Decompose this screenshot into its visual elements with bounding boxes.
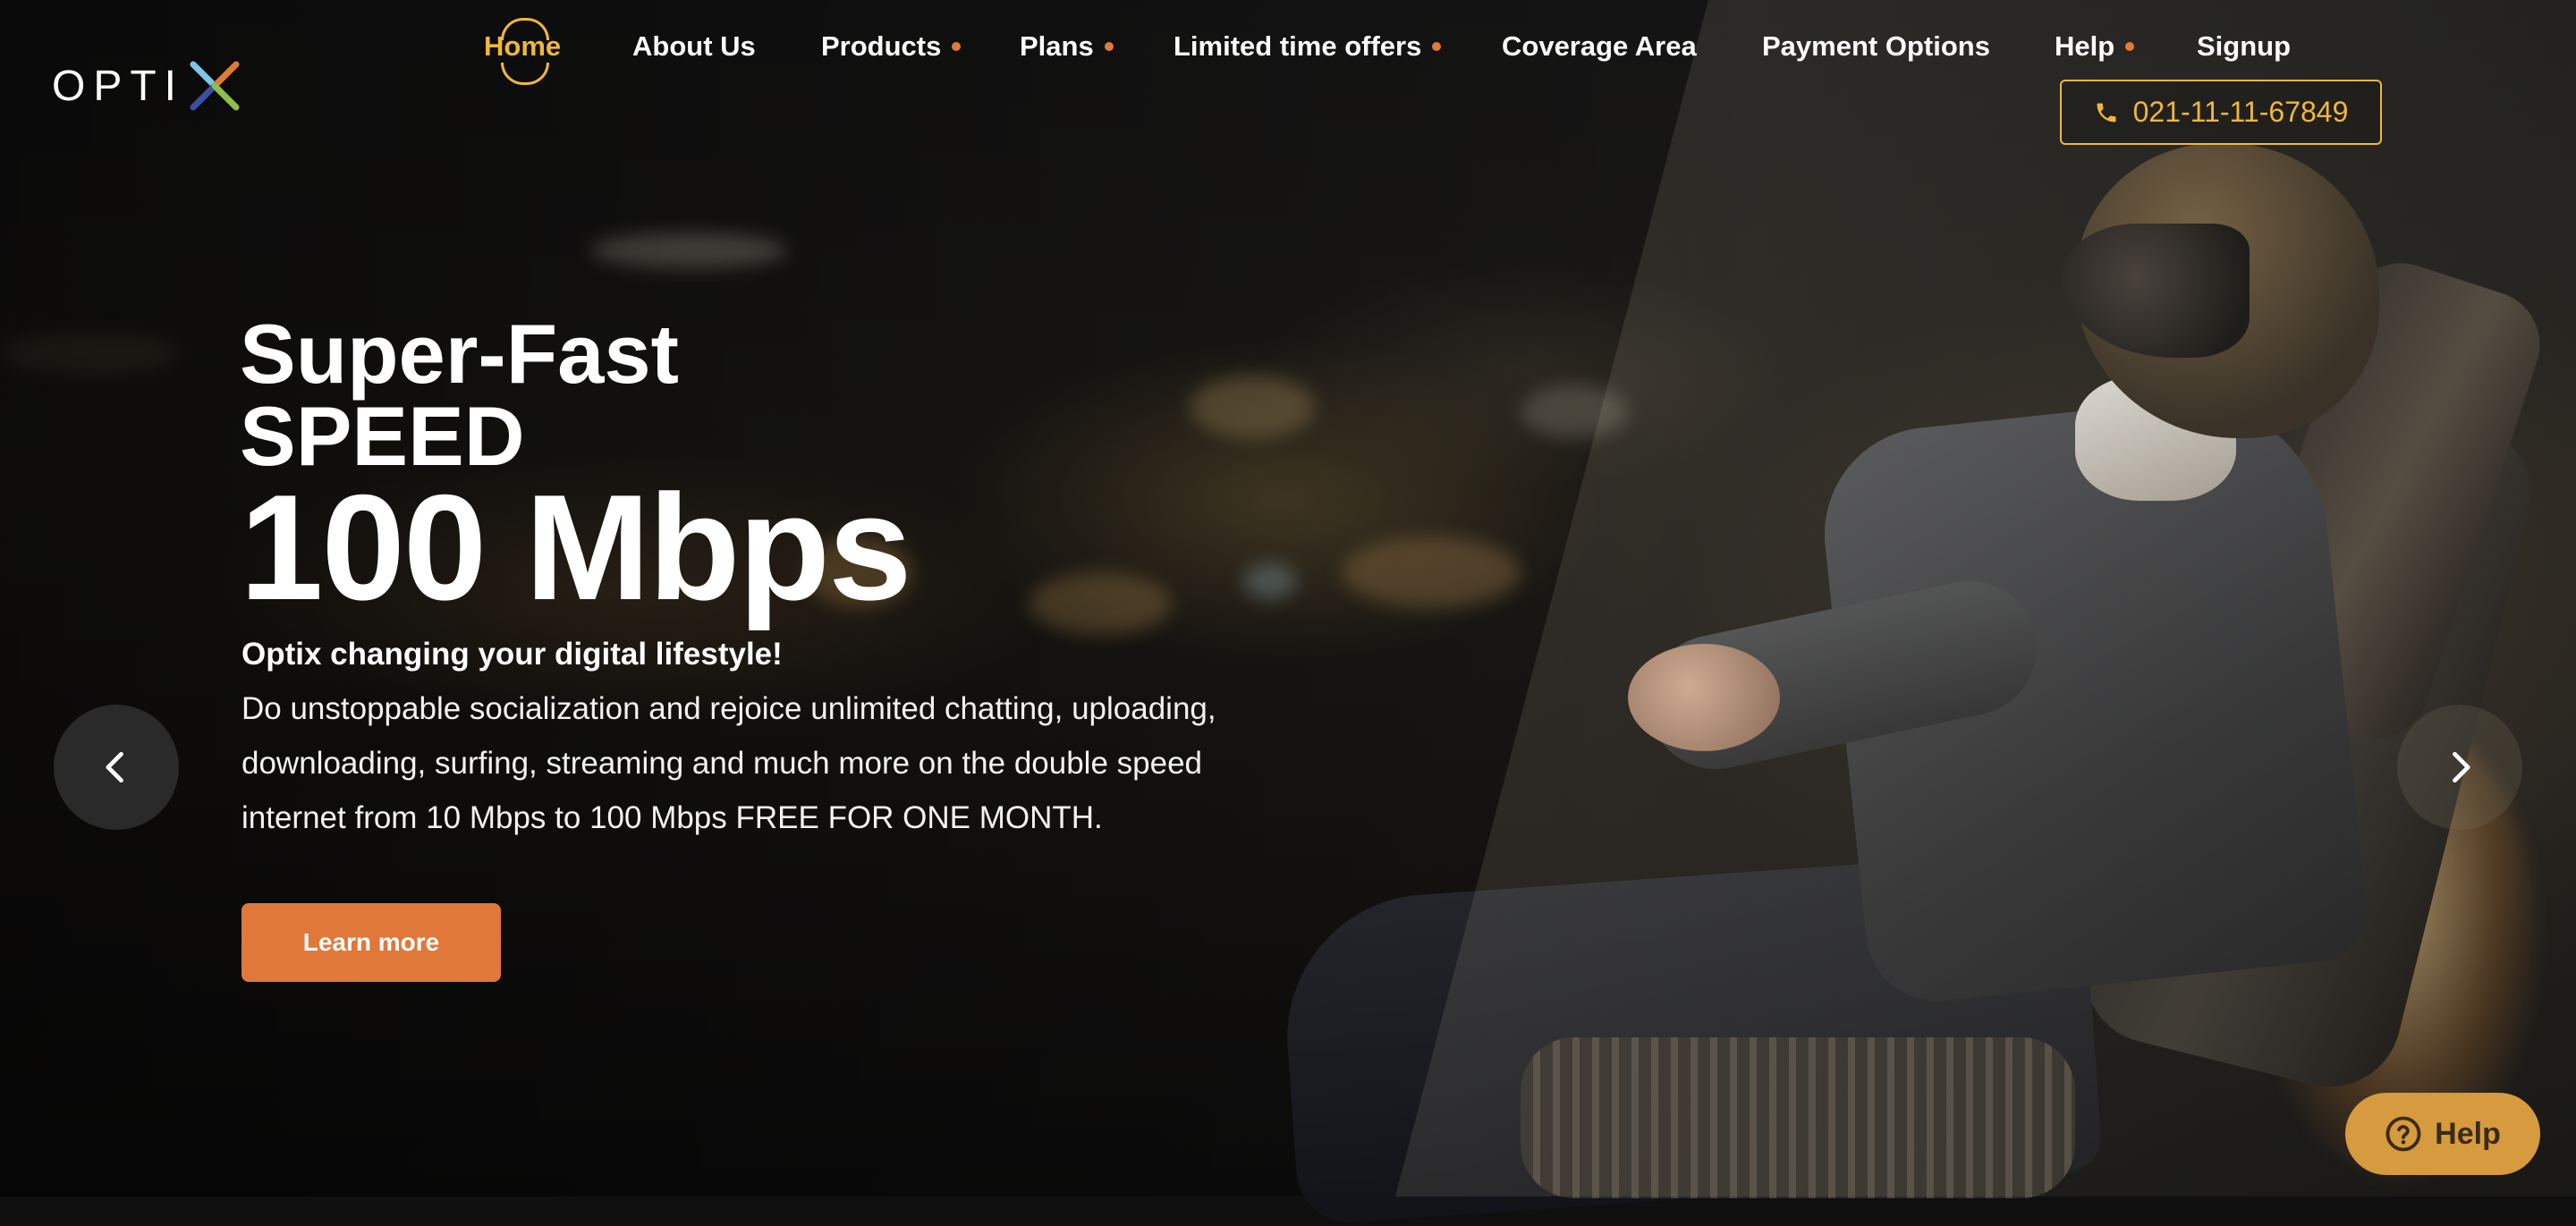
carousel-prev-button[interactable] — [54, 705, 179, 830]
dropdown-dot-icon — [2125, 41, 2135, 51]
hero-speed: 100 Mbps — [240, 463, 912, 631]
nav-item-label: Payment Options — [1762, 30, 1990, 62]
dropdown-dot-icon — [1104, 41, 1114, 51]
nav-item-label: Limited time offers — [1174, 30, 1422, 62]
hero-description: Do unstoppable socialization and rejoice… — [242, 691, 1216, 835]
nav-item-help[interactable]: Help — [2055, 30, 2135, 63]
chevron-right-icon — [2453, 751, 2470, 783]
nav-item-label: Coverage Area — [1502, 30, 1697, 62]
nav-item-signup[interactable]: Signup — [2197, 30, 2291, 63]
help-widget-button[interactable]: Help — [2345, 1093, 2540, 1175]
question-circle-icon — [2385, 1116, 2421, 1152]
dropdown-dot-icon — [952, 41, 962, 51]
phone-number-button[interactable]: 021-11-11-67849 — [2060, 80, 2382, 145]
phone-number: 021-11-11-67849 — [2132, 96, 2349, 128]
hero-tagline: Optix changing your digital lifestyle! — [242, 637, 783, 672]
nav-item-home[interactable]: Home — [484, 18, 561, 85]
nav-item-label: Help — [2055, 30, 2115, 62]
learn-more-button[interactable]: Learn more — [242, 903, 501, 982]
help-widget-label: Help — [2435, 1116, 2501, 1151]
nav-item-products[interactable]: Products — [821, 30, 962, 63]
main-nav: Home About Us Products Plans Limited tim… — [0, 18, 2576, 85]
nav-item-coverage-area[interactable]: Coverage Area — [1502, 30, 1697, 63]
carousel-next-button[interactable] — [2397, 705, 2522, 830]
chevron-left-icon — [106, 751, 123, 783]
dropdown-dot-icon — [1432, 41, 1442, 51]
nav-item-label: Signup — [2197, 30, 2292, 62]
nav-item-plans[interactable]: Plans — [1020, 30, 1114, 63]
phone-icon — [2097, 103, 2116, 122]
nav-item-label: About Us — [632, 30, 756, 62]
nav-item-about-us[interactable]: About Us — [632, 30, 756, 63]
nav-item-label: Products — [821, 30, 942, 62]
nav-item-payment-options[interactable]: Payment Options — [1762, 30, 1990, 63]
hero-title-line1: Super-Fast — [240, 307, 679, 401]
nav-item-limited-time-offers[interactable]: Limited time offers — [1174, 30, 1442, 63]
nav-item-label: Plans — [1020, 30, 1094, 62]
